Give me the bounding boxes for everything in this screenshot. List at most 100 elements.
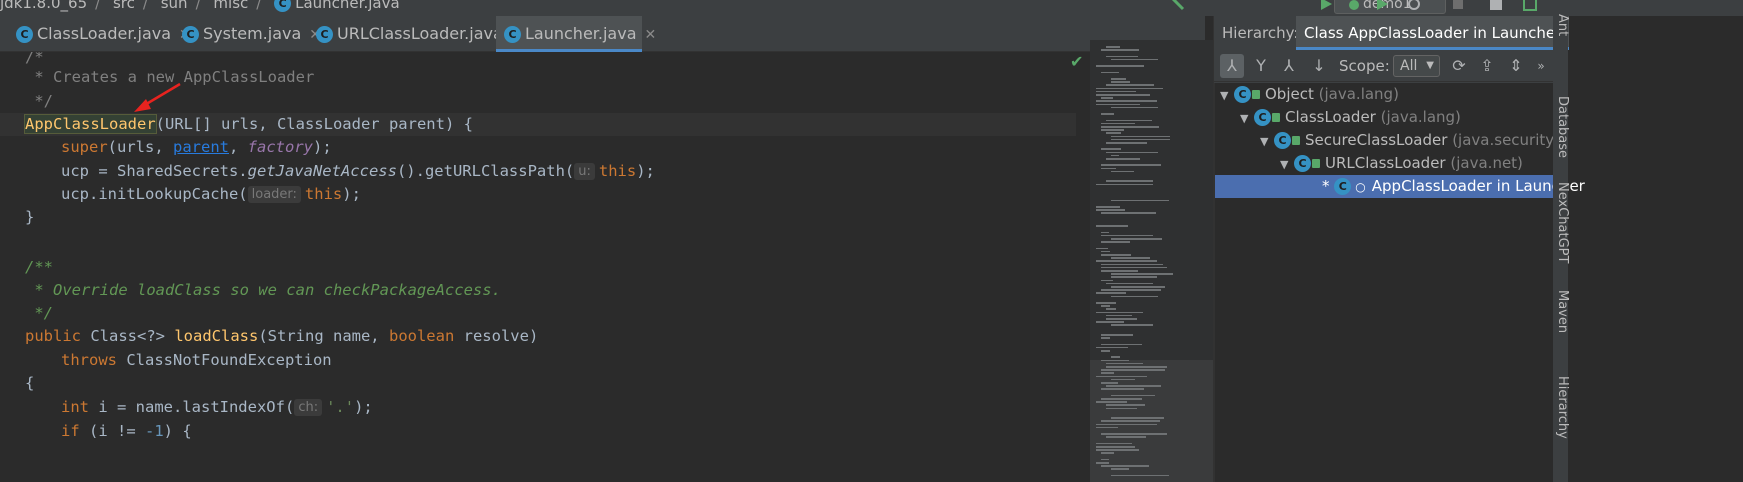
scope-select[interactable]: All ▼	[1393, 55, 1440, 77]
minimap-line	[1096, 462, 1109, 464]
minimap-line	[1096, 260, 1157, 262]
keyword: this	[304, 185, 343, 203]
minimap-line	[1106, 318, 1137, 320]
refresh-icon[interactable]: ⟳	[1447, 54, 1471, 78]
run-icon[interactable]	[1318, 0, 1334, 12]
tool-window-nexchatgpt[interactable]: NexChatGPT	[1555, 182, 1570, 263]
expand-arrow-icon[interactable]: ▼	[1220, 84, 1234, 107]
minimap-line	[1101, 334, 1133, 336]
minimap-line	[1101, 337, 1110, 339]
code-text: ,	[229, 138, 248, 156]
minimap-line	[1101, 420, 1160, 422]
debug-icon[interactable]	[1346, 0, 1362, 12]
node-package: (java.net)	[1450, 154, 1523, 172]
minimap-line	[1101, 465, 1149, 467]
tree-node-selected[interactable]: * C ○ AppClassLoader in Launcher	[1215, 175, 1585, 198]
minimap-line	[1111, 135, 1170, 138]
code-minimap[interactable]	[1090, 40, 1213, 482]
tree-node[interactable]: ▼ C Object (java.lang)	[1215, 83, 1555, 106]
sort-alphabetically-icon[interactable]: ↓	[1307, 54, 1331, 78]
close-icon[interactable]: ✕	[645, 27, 657, 43]
minimap-line	[1111, 324, 1153, 326]
minimap-line	[1106, 282, 1153, 285]
tab-launcher[interactable]: C Launcher.java ✕	[496, 16, 656, 52]
breadcrumb-item-file[interactable]: Launcher.java	[295, 0, 400, 12]
tab-system[interactable]: CSystem.java✕	[174, 16, 321, 52]
code-line: }	[25, 206, 34, 229]
collapse-all-icon[interactable]: ⇕	[1504, 54, 1528, 78]
minimap-line	[1101, 167, 1116, 170]
breadcrumb-item-src[interactable]: src	[113, 0, 135, 12]
method-name[interactable]: loadClass	[174, 327, 258, 345]
tree-node[interactable]: ▼ C URLClassLoader (java.net)	[1215, 152, 1555, 175]
more-options-icon[interactable]: »	[1532, 54, 1550, 78]
code-text: }	[25, 208, 35, 226]
breadcrumb-item-sun[interactable]: sun	[161, 0, 188, 12]
export-icon[interactable]: ⇪	[1475, 54, 1499, 78]
parameter-hint: u:	[574, 163, 595, 180]
tool-window-hierarchy[interactable]: Hierarchy	[1555, 376, 1570, 439]
minimap-line	[1101, 270, 1138, 272]
minimap-line	[1111, 474, 1169, 477]
code-line: throws ClassNotFoundException	[61, 349, 332, 372]
profile-icon[interactable]	[1406, 0, 1422, 12]
supertypes-hierarchy-icon[interactable]: Y	[1249, 54, 1273, 78]
class-icon: C	[1274, 132, 1291, 149]
expand-arrow-icon[interactable]: ▼	[1260, 130, 1274, 153]
class-icon: C	[1254, 109, 1271, 126]
hierarchy-label: Hierarchy:	[1222, 24, 1299, 42]
code-editor[interactable]: /* * Creates a new AppClassLoader */ App…	[0, 52, 1090, 482]
project-structure-icon[interactable]	[1488, 0, 1504, 12]
package-private-icon: ○	[1355, 180, 1366, 194]
check-ok-icon[interactable]: ✔	[1070, 52, 1083, 71]
minimap-line	[1101, 234, 1153, 237]
minimap-line	[1111, 58, 1158, 61]
expand-arrow-icon[interactable]: ▼	[1280, 153, 1294, 176]
minimap-line	[1096, 247, 1108, 250]
minimap-line	[1096, 183, 1153, 186]
minimap-line	[1111, 78, 1126, 80]
minimap-line	[1096, 209, 1125, 211]
minimap-line	[1096, 302, 1116, 304]
minimap-line	[1096, 423, 1157, 426]
subtypes-hierarchy-icon[interactable]: ⅄	[1277, 54, 1301, 78]
breadcrumb-item-jdk[interactable]: jdk1.8.0_65	[0, 0, 87, 12]
parent-field-link[interactable]: parent	[173, 138, 229, 156]
minimap-line	[1101, 241, 1130, 243]
code-text: (String name,	[258, 327, 389, 345]
breadcrumb-item-misc[interactable]: misc	[213, 0, 248, 12]
minimap-line	[1111, 106, 1158, 109]
type-hierarchy-icon[interactable]: ⅄	[1220, 54, 1244, 78]
tool-window-ant[interactable]: Ant	[1555, 14, 1570, 36]
code-text: {	[25, 374, 35, 392]
hierarchy-toolbar: ⅄ Y ⅄ ↓ Scope: All ▼ ⟳ ⇪ ⇕ »	[1214, 50, 1554, 82]
minimap-line	[1101, 250, 1110, 253]
hierarchy-tab[interactable]: Class AppClassLoader in Launcher	[1296, 16, 1570, 50]
node-name: Object	[1265, 85, 1314, 103]
hammer-build-icon[interactable]	[1170, 0, 1186, 12]
minimap-line	[1111, 238, 1162, 240]
minimap-line	[1106, 132, 1121, 134]
minimap-line	[1096, 401, 1127, 403]
tool-window-maven[interactable]: Maven	[1555, 290, 1570, 333]
tree-node[interactable]: ▼ C SecureClassLoader (java.security)	[1215, 129, 1560, 153]
tool-window-database[interactable]: Database	[1555, 96, 1570, 158]
minimap-line	[1106, 119, 1152, 122]
code-line: */	[25, 302, 53, 325]
sdk-icon[interactable]	[1522, 0, 1538, 12]
expand-arrow-icon[interactable]: ▼	[1240, 107, 1254, 130]
tab-classloader[interactable]: CClassLoader.java✕	[8, 16, 191, 52]
minimap-line	[1106, 385, 1161, 387]
minimap-line	[1096, 87, 1163, 90]
minimap-line	[1106, 84, 1154, 86]
tree-node[interactable]: ▼ C ClassLoader (java.lang)	[1215, 106, 1555, 129]
coverage-icon[interactable]	[1374, 0, 1390, 12]
javadoc-text: */	[25, 304, 53, 322]
tab-urlclassloader[interactable]: CURLClassLoader.java✕	[308, 16, 523, 52]
public-access-icon	[1252, 90, 1260, 99]
minimap-line	[1096, 94, 1150, 96]
minimap-line	[1096, 90, 1136, 93]
parameter-hint: ch:	[294, 399, 323, 416]
stop-icon[interactable]	[1450, 0, 1466, 12]
class-icon: C	[182, 26, 199, 43]
